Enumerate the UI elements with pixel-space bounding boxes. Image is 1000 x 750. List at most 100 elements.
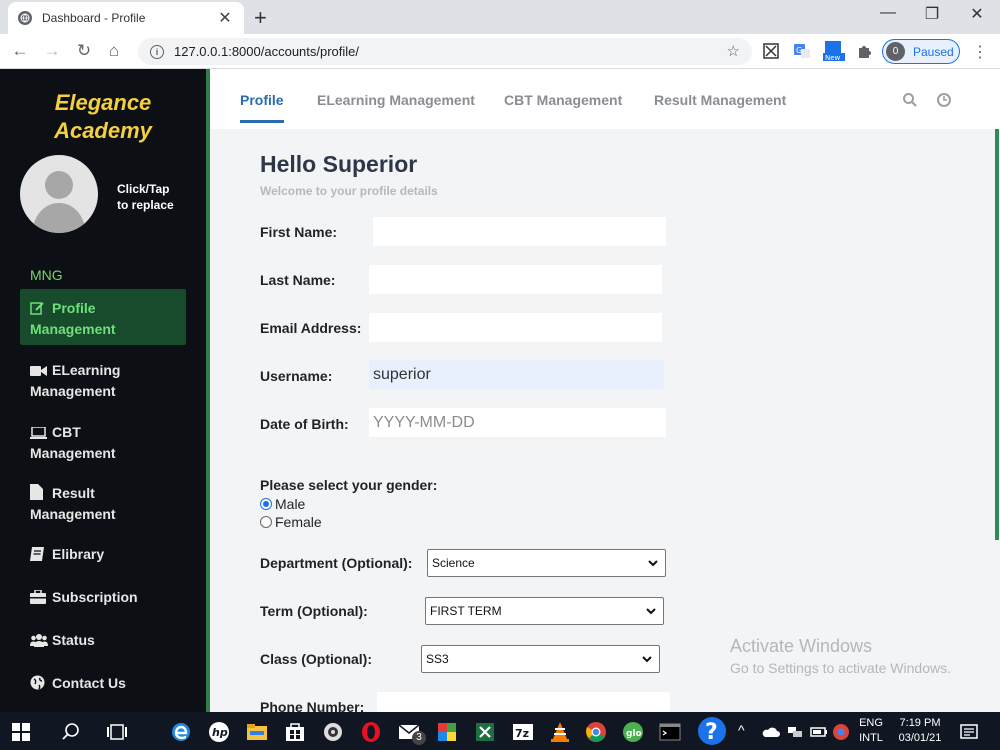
active-tab-underline xyxy=(240,120,284,123)
gender-option-male[interactable]: Male xyxy=(260,496,305,512)
profile-avatar-placeholder[interactable] xyxy=(20,155,98,233)
browser-tab[interactable]: Dashboard - Profile ✕ xyxy=(8,2,244,34)
opera-icon[interactable] xyxy=(360,721,382,743)
last-name-input[interactable] xyxy=(369,265,662,294)
tab-elearning-management[interactable]: ELearning Management xyxy=(317,92,475,108)
laptop-icon xyxy=(30,425,52,444)
tray-expand-icon[interactable]: ^ xyxy=(738,722,745,738)
briefcase-icon xyxy=(30,589,52,609)
camera-app-icon[interactable] xyxy=(322,721,344,743)
sidebar-item-contact-us[interactable]: Contact Us xyxy=(20,664,186,695)
tab-cbt-management[interactable]: CBT Management xyxy=(504,92,622,108)
users-icon xyxy=(30,633,52,652)
minimize-icon[interactable]: — xyxy=(878,4,898,22)
back-arrow-icon[interactable]: ← xyxy=(10,41,30,61)
translate-icon[interactable]: G xyxy=(793,42,811,60)
globe-icon xyxy=(30,675,52,695)
tab-profile[interactable]: Profile xyxy=(240,92,284,108)
vlc-icon[interactable] xyxy=(549,721,571,743)
seven-zip-icon[interactable]: 7z xyxy=(512,721,534,743)
globe-favicon-icon xyxy=(18,11,32,25)
profile-paused-button[interactable]: 0 Paused xyxy=(882,39,960,64)
extension-crossmark-icon[interactable] xyxy=(762,42,780,60)
paint-app-icon[interactable] xyxy=(436,721,458,743)
video-icon xyxy=(30,363,52,382)
brand-line2: Academy xyxy=(54,118,152,143)
replace-photo-hint[interactable]: Click/Tap to replace xyxy=(117,181,174,213)
sidebar-item-profile-management[interactable]: Profile Management xyxy=(20,289,186,345)
term-value: FIRST TERM xyxy=(430,604,502,618)
email-input[interactable] xyxy=(369,313,662,342)
profile-form-area: Hello Superior Welcome to your profile d… xyxy=(210,129,994,712)
user-silhouette-icon xyxy=(32,171,86,233)
first-name-input[interactable] xyxy=(373,217,666,246)
input-language[interactable]: ENG INTL xyxy=(856,716,886,746)
username-label: Username: xyxy=(260,368,333,384)
gender-question: Please select your gender: xyxy=(260,477,438,493)
browser-toolbar: ← → ↻ ⌂ i 127.0.0.1:8000/accounts/profil… xyxy=(0,34,1000,69)
clock-date: 03/01/21 xyxy=(898,732,942,744)
browser-menu-icon[interactable]: ⋮ xyxy=(972,42,988,62)
address-bar[interactable]: i 127.0.0.1:8000/accounts/profile/ ☆ xyxy=(138,38,752,65)
sidebar-item-status[interactable]: Status xyxy=(20,621,186,652)
window-close-icon[interactable]: ✕ xyxy=(967,4,987,24)
svg-text:New: New xyxy=(825,54,841,62)
restore-icon[interactable]: ❐ xyxy=(922,4,942,24)
clock-icon[interactable] xyxy=(936,92,952,108)
chevron-down-icon xyxy=(642,656,652,663)
new-tab-plus-icon[interactable]: + xyxy=(254,5,267,31)
sidebar-item-cbt-management[interactable]: CBT Management xyxy=(20,413,186,463)
term-select[interactable]: FIRST TERM xyxy=(425,597,664,625)
glo-app-icon[interactable]: glo xyxy=(622,721,644,743)
help-question-icon[interactable]: ? xyxy=(697,716,727,746)
terminal-icon[interactable] xyxy=(659,721,681,743)
brand-logo[interactable]: Elegance Academy xyxy=(0,89,206,145)
new-extension-icon[interactable]: New xyxy=(822,40,846,62)
sidebar-item-elibrary[interactable]: Elibrary xyxy=(20,535,186,566)
search-icon[interactable] xyxy=(902,92,918,108)
department-value: Science xyxy=(432,556,475,570)
network-icon[interactable] xyxy=(786,723,804,741)
activate-windows-subtitle: Go to Settings to activate Windows. xyxy=(730,660,951,676)
department-select[interactable]: Science xyxy=(427,549,666,577)
url-text: 127.0.0.1:8000/accounts/profile/ xyxy=(174,44,360,59)
tab-result-management[interactable]: Result Management xyxy=(654,92,786,108)
dob-input[interactable] xyxy=(369,408,666,437)
username-input[interactable] xyxy=(369,360,664,389)
home-icon[interactable]: ⌂ xyxy=(104,41,124,61)
search-icon[interactable] xyxy=(60,721,82,743)
mail-badge-count: 3 xyxy=(412,731,426,745)
edge-browser-icon[interactable] xyxy=(170,721,192,743)
sidebar-item-result-management[interactable]: Result Management xyxy=(20,474,186,524)
chrome-icon[interactable] xyxy=(585,721,607,743)
chrome-tray-icon[interactable] xyxy=(832,723,850,741)
sidebar-item-subscription[interactable]: Subscription xyxy=(20,578,186,609)
store-icon[interactable] xyxy=(284,721,306,743)
file-icon xyxy=(30,484,52,505)
class-select[interactable]: SS3 xyxy=(421,645,660,673)
gender-option-female[interactable]: Female xyxy=(260,514,322,530)
windows-start-icon[interactable] xyxy=(12,723,30,741)
onedrive-cloud-icon[interactable] xyxy=(762,723,780,741)
sidebar-item-elearning-management[interactable]: ELearning Management xyxy=(20,351,186,401)
battery-icon[interactable] xyxy=(810,723,828,741)
female-radio[interactable] xyxy=(260,516,272,528)
notification-center-icon[interactable] xyxy=(960,723,978,741)
scrollbar-thumb[interactable] xyxy=(995,129,999,540)
svg-text:glo: glo xyxy=(626,729,642,739)
excel-icon[interactable] xyxy=(474,721,496,743)
extensions-puzzle-icon[interactable] xyxy=(856,42,874,60)
male-radio[interactable] xyxy=(260,498,272,510)
phone-input[interactable] xyxy=(377,692,670,712)
forward-arrow-icon[interactable]: → xyxy=(42,41,62,61)
reload-icon[interactable]: ↻ xyxy=(74,41,94,61)
bookmark-star-icon[interactable]: ☆ xyxy=(727,42,740,60)
hp-app-icon[interactable]: hp xyxy=(208,721,230,743)
site-info-icon[interactable]: i xyxy=(150,44,164,59)
paused-label: Paused xyxy=(913,44,954,59)
tab-close-icon[interactable]: ✕ xyxy=(216,8,234,28)
page-title: Hello Superior xyxy=(260,151,418,177)
file-explorer-icon[interactable] xyxy=(246,721,268,743)
task-view-icon[interactable] xyxy=(106,721,128,743)
system-clock[interactable]: 7:19 PM 03/01/21 xyxy=(892,716,948,746)
